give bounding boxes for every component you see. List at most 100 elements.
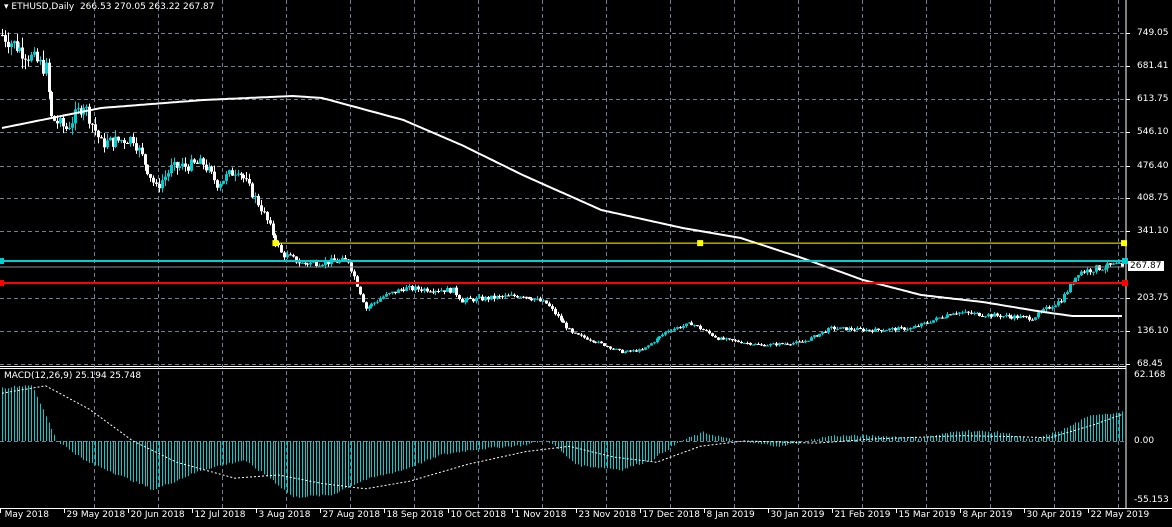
bear-candle — [149, 174, 152, 178]
bear-candle — [187, 166, 190, 171]
bull-candle — [958, 312, 961, 314]
bull-candle — [388, 293, 391, 295]
price-chart[interactable] — [0, 0, 1172, 527]
bull-candle — [961, 312, 964, 314]
price-tick-label: 681.41 — [1137, 60, 1169, 71]
bull-candle — [1066, 292, 1069, 295]
ohlc-values: 266.53 270.05 263.22 267.87 — [79, 2, 215, 12]
bull-candle — [1080, 271, 1083, 276]
bull-candle — [423, 288, 426, 291]
bear-candle — [679, 327, 682, 329]
bear-candle — [65, 126, 68, 129]
bull-candle — [813, 335, 816, 338]
bull-candle — [225, 174, 228, 181]
bear-candle — [248, 179, 251, 184]
bear-candle — [859, 328, 862, 330]
bear-candle — [513, 294, 516, 297]
bear-candle — [603, 343, 606, 347]
line-handle — [0, 279, 4, 286]
bull-candle — [129, 136, 132, 144]
bull-candle — [664, 332, 667, 335]
bull-candle — [638, 349, 641, 352]
bear-candle — [1008, 315, 1011, 317]
bull-candle — [792, 343, 795, 345]
bull-candle — [391, 291, 394, 294]
bull-candle — [10, 43, 13, 48]
bear-candle — [461, 299, 464, 303]
bear-candle — [717, 337, 720, 340]
bull-candle — [446, 288, 449, 292]
bear-candle — [981, 315, 984, 317]
bear-candle — [824, 331, 827, 333]
bull-candle — [382, 296, 385, 299]
bear-candle — [525, 296, 528, 298]
bull-candle — [807, 340, 810, 342]
bear-candle — [612, 348, 615, 350]
bull-candle — [1112, 263, 1115, 265]
bear-candle — [103, 138, 106, 148]
line-handle — [0, 258, 4, 265]
bear-candle — [1028, 316, 1031, 320]
bear-candle — [530, 298, 533, 301]
symbol-timeframe: ETHUSD,Daily — [11, 2, 75, 12]
bull-candle — [321, 265, 324, 267]
bull-candle — [373, 302, 376, 304]
bear-candle — [528, 296, 531, 299]
bull-candle — [839, 327, 842, 329]
bull-candle — [1092, 271, 1095, 273]
date-label: 8 Jan 2019 — [706, 510, 755, 520]
bear-candle — [635, 350, 638, 352]
macd-tick-label: -55.153 — [1134, 494, 1169, 505]
bear-candle — [737, 340, 740, 343]
price-tick-label: 613.75 — [1137, 93, 1169, 104]
bear-candle — [722, 337, 725, 340]
bear-candle — [202, 158, 205, 165]
bear-candle — [420, 289, 423, 291]
bull-candle — [167, 173, 170, 177]
bear-candle — [557, 314, 560, 316]
date-label: 1 Nov 2018 — [514, 510, 567, 520]
bear-candle — [472, 298, 475, 302]
bull-candle — [673, 328, 676, 331]
bear-candle — [1048, 307, 1051, 309]
bear-candle — [970, 312, 973, 314]
bear-candle — [871, 330, 874, 332]
bear-candle — [1016, 315, 1019, 319]
bull-candle — [984, 316, 987, 318]
price-tick-label: 68.45 — [1137, 358, 1163, 369]
bull-candle — [440, 290, 443, 292]
bull-candle — [519, 296, 522, 298]
bull-candle — [766, 345, 769, 347]
bear-candle — [763, 344, 766, 347]
bear-candle — [498, 296, 501, 298]
bull-candle — [626, 350, 629, 352]
bull-candle — [1002, 316, 1005, 318]
bear-candle — [900, 327, 903, 329]
bear-candle — [554, 308, 557, 315]
price-tick-label: 136.10 — [1137, 325, 1169, 336]
date-label: 30 Apr 2019 — [1026, 510, 1083, 520]
chart-title: ▾ ETHUSD,Daily 266.53 270.05 263.22 267.… — [4, 2, 215, 12]
bull-candle — [1104, 268, 1107, 270]
bear-candle — [728, 338, 731, 340]
bear-candle — [50, 91, 53, 116]
bull-candle — [1101, 269, 1104, 271]
bear-candle — [574, 332, 577, 334]
bear-candle — [699, 325, 702, 330]
bull-candle — [464, 299, 467, 303]
bear-candle — [144, 154, 147, 165]
bear-candle — [877, 328, 880, 331]
bear-candle — [426, 288, 429, 292]
bear-candle — [522, 296, 525, 298]
bull-candle — [1063, 294, 1066, 303]
bear-candle — [917, 326, 920, 328]
bear-candle — [306, 263, 309, 265]
bear-candle — [568, 328, 571, 330]
bull-candle — [912, 327, 915, 329]
bull-candle — [795, 341, 798, 344]
bull-candle — [647, 345, 650, 348]
bull-candle — [74, 109, 77, 124]
bear-candle — [592, 340, 595, 342]
bear-candle — [27, 59, 30, 61]
bull-candle — [827, 328, 830, 333]
